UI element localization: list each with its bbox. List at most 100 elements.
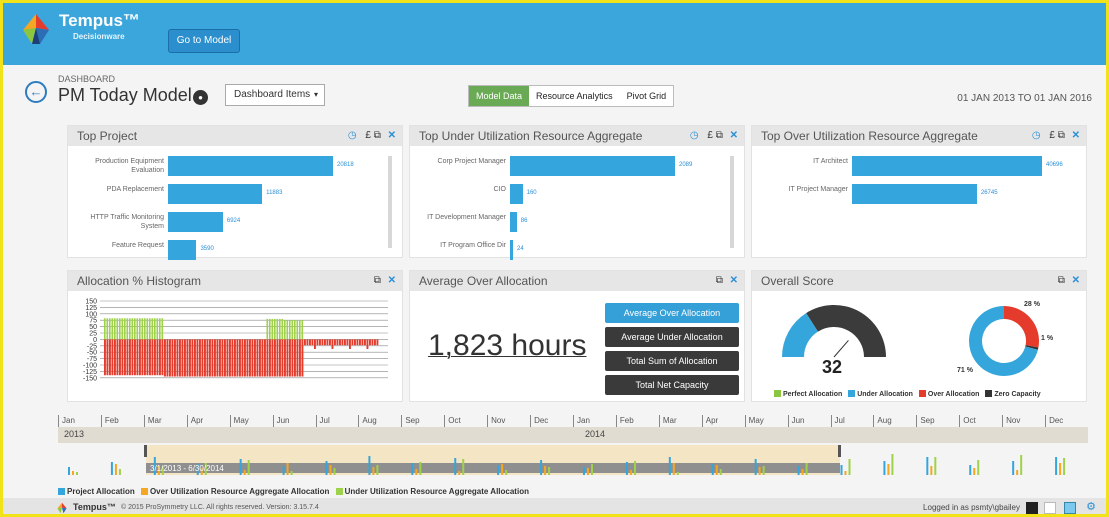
- bar[interactable]: [852, 156, 1042, 176]
- popout-icon[interactable]: ⧉: [1058, 130, 1065, 141]
- timeline-bar: [118, 469, 121, 475]
- close-icon[interactable]: ✕: [1072, 130, 1080, 141]
- average-over-allocation-panel: Average Over Allocation ⧉ ✕ 1,823 hours …: [409, 270, 745, 402]
- total-net-capacity-button[interactable]: Total Net Capacity: [605, 375, 739, 395]
- histogram-bar-negative: [209, 339, 211, 377]
- histogram-bar-negative: [224, 339, 226, 377]
- tab-pivot-grid[interactable]: Pivot Grid: [620, 86, 674, 106]
- close-icon[interactable]: ✕: [388, 130, 396, 141]
- average-over-allocation-button[interactable]: Average Over Allocation: [605, 303, 739, 323]
- total-sum-allocation-button[interactable]: Total Sum of Allocation: [605, 351, 739, 371]
- gauge-needle: [833, 340, 849, 358]
- overall-score-panel: Overall Score ⧉ ✕ 32 28 % 1 % 71 % Perfe…: [751, 270, 1087, 402]
- light-theme-swatch[interactable]: [1044, 502, 1056, 514]
- popout-icon[interactable]: ⧉: [716, 275, 723, 286]
- donut-label-over: 28 %: [1024, 301, 1040, 308]
- donut-slice[interactable]: [1004, 306, 1039, 348]
- histogram-bar-positive: [106, 318, 109, 340]
- bar[interactable]: [510, 240, 513, 260]
- currency-icon[interactable]: £: [707, 130, 713, 141]
- bar[interactable]: [852, 184, 977, 204]
- timeline-bar: [887, 464, 890, 475]
- month-label: Oct: [959, 415, 976, 427]
- legend-under-utilization: Under Utilization Resource Aggregate All…: [344, 487, 529, 496]
- average-under-allocation-button[interactable]: Average Under Allocation: [605, 327, 739, 347]
- histogram-bar-negative: [316, 339, 319, 346]
- timeline-bar: [583, 467, 585, 475]
- dark-theme-swatch[interactable]: [1026, 502, 1038, 514]
- histogram-bar-negative: [211, 339, 214, 377]
- histogram-bar-negative: [121, 339, 124, 376]
- month-label: Jul: [830, 415, 845, 427]
- histogram-bar-negative: [371, 339, 374, 346]
- panel-title: Allocation % Histogram: [77, 274, 202, 288]
- panel-title: Top Under Utilization Resource Aggregate: [419, 129, 643, 143]
- timeline-handle[interactable]: [838, 445, 841, 457]
- currency-icon[interactable]: £: [365, 130, 371, 141]
- blue-theme-swatch[interactable]: [1064, 502, 1076, 514]
- histogram-bar-negative: [351, 339, 354, 346]
- histogram-bar-negative: [131, 339, 134, 376]
- dashboard-items-dropdown[interactable]: Dashboard Items ▾: [225, 84, 325, 106]
- month-label: Mar: [658, 415, 677, 427]
- histogram-bar-negative: [319, 339, 321, 346]
- timeline-bar: [286, 463, 289, 475]
- bar-label: IT Development Manager: [427, 214, 506, 221]
- histogram-bar-positive: [111, 318, 114, 340]
- refresh-icon[interactable]: ◷: [348, 130, 357, 141]
- close-icon[interactable]: ✕: [730, 130, 738, 141]
- bar[interactable]: [168, 240, 197, 260]
- timeline-chart[interactable]: [58, 443, 1088, 479]
- tab-model-data[interactable]: Model Data: [469, 86, 530, 106]
- histogram-bar-negative: [324, 339, 326, 346]
- histogram-bar-negative: [186, 339, 189, 377]
- month-label: Apr: [186, 415, 203, 427]
- histogram-bar-negative: [331, 339, 334, 349]
- bar[interactable]: [168, 156, 333, 176]
- refresh-icon[interactable]: ◷: [690, 130, 699, 141]
- histogram-bar-positive: [276, 318, 279, 340]
- bar[interactable]: [510, 156, 675, 176]
- scrollbar[interactable]: [388, 156, 392, 248]
- popout-icon[interactable]: ⧉: [374, 275, 381, 286]
- popout-icon[interactable]: ⧉: [716, 130, 723, 141]
- close-icon[interactable]: ✕: [388, 275, 396, 286]
- currency-icon[interactable]: £: [1049, 130, 1055, 141]
- timeline-handle[interactable]: [144, 445, 147, 457]
- histogram-bar-negative: [216, 339, 219, 377]
- bar[interactable]: [168, 184, 263, 204]
- panel-header: Allocation % Histogram ⧉ ✕: [68, 271, 402, 291]
- histogram-bar-negative: [111, 339, 114, 376]
- refresh-icon[interactable]: ◷: [1032, 130, 1041, 141]
- histogram-bar-negative: [246, 339, 249, 377]
- panel-header: Average Over Allocation ⧉ ✕: [410, 271, 744, 291]
- month-label: May: [744, 415, 764, 427]
- histogram-bar-positive: [136, 318, 139, 340]
- hours-number: 1,823: [428, 329, 504, 362]
- go-to-model-button[interactable]: Go to Model: [168, 29, 240, 53]
- timeline-bar: [883, 461, 886, 475]
- popout-icon[interactable]: ⧉: [374, 130, 381, 141]
- close-icon[interactable]: ✕: [1072, 275, 1080, 286]
- timeline-bar: [633, 461, 636, 475]
- timeline-bar: [1016, 470, 1019, 475]
- bar-label: IT Program Office Dir: [440, 242, 506, 249]
- month-label: Apr: [701, 415, 718, 427]
- popout-icon[interactable]: ⧉: [1058, 275, 1065, 286]
- back-arrow-icon[interactable]: ←: [25, 81, 47, 103]
- close-icon[interactable]: ✕: [730, 275, 738, 286]
- timeline-bar: [711, 464, 714, 475]
- timeline-bar: [368, 456, 371, 475]
- camera-icon[interactable]: ●: [193, 90, 208, 105]
- scrollbar[interactable]: [730, 156, 734, 248]
- bar[interactable]: [510, 184, 523, 204]
- bar[interactable]: [168, 212, 223, 232]
- histogram-bar-negative: [159, 339, 161, 376]
- tab-resource-analytics[interactable]: Resource Analytics: [529, 86, 620, 106]
- timeline-range-bar[interactable]: [146, 463, 840, 473]
- bar[interactable]: [510, 212, 517, 232]
- histogram-bar-positive: [116, 318, 119, 340]
- timeline-bar: [76, 472, 78, 475]
- histogram-bar-negative: [149, 339, 151, 376]
- settings-icon[interactable]: ⚙: [1086, 500, 1096, 513]
